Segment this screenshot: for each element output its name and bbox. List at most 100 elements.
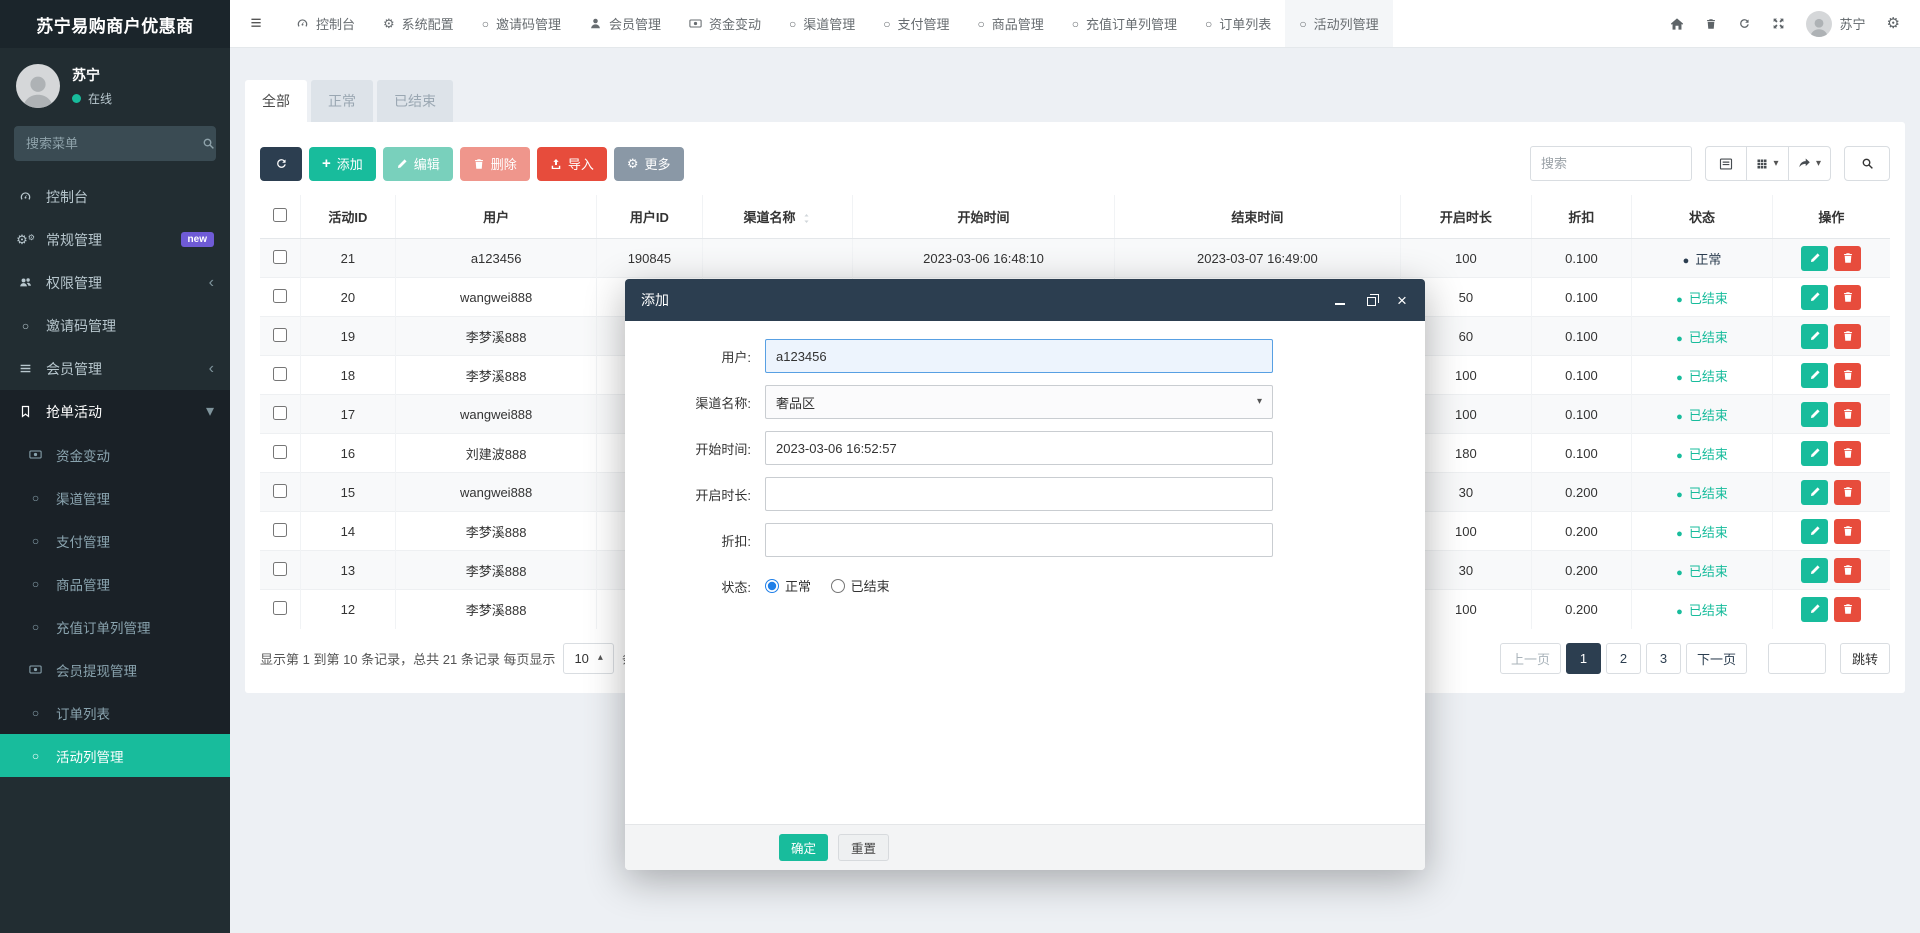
col-header-4[interactable]: 开始时间 <box>853 195 1114 239</box>
next-page-button[interactable]: 下一页 <box>1686 643 1747 674</box>
row-checkbox[interactable] <box>273 328 287 342</box>
sidebar-item-activities[interactable]: ○活动列管理 <box>0 734 230 777</box>
user-field[interactable] <box>765 339 1273 373</box>
start-time-field[interactable] <box>765 431 1273 465</box>
jump-button[interactable]: 跳转 <box>1840 643 1890 674</box>
tab-2[interactable]: 已结束 <box>377 80 453 122</box>
columns-button[interactable]: ▾ <box>1747 146 1789 181</box>
discount-field[interactable] <box>765 523 1273 557</box>
select-all-checkbox[interactable] <box>273 208 287 222</box>
row-delete-button[interactable] <box>1834 558 1861 583</box>
sidebar-item-permissions[interactable]: 权限管理‹ <box>0 261 230 304</box>
sidebar-item-grab-activities[interactable]: 抢单活动▾ <box>0 390 230 433</box>
sidebar-item-channels[interactable]: ○渠道管理 <box>0 476 230 519</box>
topnav-item-recharge-orders[interactable]: ○充值订单列管理 <box>1058 0 1191 47</box>
page-button-1[interactable]: 1 <box>1566 643 1601 674</box>
sidebar-search-input[interactable] <box>26 136 202 151</box>
navbar-user[interactable]: 苏宁 <box>1806 11 1866 37</box>
row-edit-button[interactable] <box>1801 441 1828 466</box>
row-edit-button[interactable] <box>1801 324 1828 349</box>
refresh-button[interactable] <box>260 147 302 181</box>
export-button[interactable]: ▾ <box>1789 146 1831 181</box>
row-checkbox[interactable] <box>273 523 287 537</box>
page-button-2[interactable]: 2 <box>1606 643 1641 674</box>
col-header-2[interactable]: 用户ID <box>597 195 703 239</box>
row-edit-button[interactable] <box>1801 246 1828 271</box>
sidebar-item-goods[interactable]: ○商品管理 <box>0 562 230 605</box>
edit-button[interactable]: 编辑 <box>383 147 453 181</box>
refresh-icon[interactable] <box>1738 17 1751 30</box>
col-header-7[interactable]: 折扣 <box>1531 195 1631 239</box>
row-edit-button[interactable] <box>1801 480 1828 505</box>
row-delete-button[interactable] <box>1834 402 1861 427</box>
page-size-selector[interactable]: 10▴ <box>563 643 614 674</box>
add-button[interactable]: +添加 <box>309 147 376 181</box>
topnav-item-orders[interactable]: ○订单列表 <box>1191 0 1285 47</box>
topnav-item-goods[interactable]: ○商品管理 <box>964 0 1058 47</box>
detail-view-button[interactable] <box>1705 146 1747 181</box>
row-checkbox[interactable] <box>273 289 287 303</box>
status-radio-normal[interactable]: 正常 <box>765 576 811 595</box>
row-checkbox[interactable] <box>273 406 287 420</box>
col-header-1[interactable]: 用户 <box>396 195 597 239</box>
tab-1[interactable]: 正常 <box>311 80 373 122</box>
row-checkbox[interactable] <box>273 601 287 615</box>
row-edit-button[interactable] <box>1801 519 1828 544</box>
col-header-5[interactable]: 结束时间 <box>1114 195 1400 239</box>
row-edit-button[interactable] <box>1801 363 1828 388</box>
page-button-3[interactable]: 3 <box>1646 643 1681 674</box>
tab-0[interactable]: 全部 <box>245 80 307 122</box>
row-edit-button[interactable] <box>1801 597 1828 622</box>
row-delete-button[interactable] <box>1834 441 1861 466</box>
restore-icon[interactable] <box>1364 293 1378 307</box>
search-button[interactable] <box>1844 146 1890 181</box>
topnav-item-activities[interactable]: ○活动列管理 <box>1285 0 1392 47</box>
duration-field[interactable] <box>765 477 1273 511</box>
col-header-8[interactable]: 状态 <box>1632 195 1773 239</box>
row-checkbox[interactable] <box>273 484 287 498</box>
search-icon[interactable] <box>202 137 215 150</box>
trash-icon[interactable] <box>1705 18 1717 30</box>
sidebar-item-general[interactable]: ⚙⚙常规管理new <box>0 218 230 261</box>
status-radio-ended[interactable]: 已结束 <box>831 576 890 595</box>
row-checkbox[interactable] <box>273 367 287 381</box>
sidebar-item-withdrawals[interactable]: 会员提现管理 <box>0 648 230 691</box>
topnav-item-invite-code[interactable]: ○邀请码管理 <box>468 0 575 47</box>
expand-icon[interactable] <box>1772 17 1785 30</box>
col-header-3[interactable]: 渠道名称 <box>702 195 853 239</box>
sidebar-item-recharge-orders[interactable]: ○充值订单列管理 <box>0 605 230 648</box>
topnav-item-payments[interactable]: ○支付管理 <box>869 0 963 47</box>
col-header-9[interactable]: 操作 <box>1772 195 1890 239</box>
sidebar-item-funds[interactable]: 资金变动 <box>0 433 230 476</box>
sidebar-item-members[interactable]: 会员管理‹ <box>0 347 230 390</box>
row-checkbox[interactable] <box>273 562 287 576</box>
prev-page-button[interactable]: 上一页 <box>1500 643 1561 674</box>
table-row-21[interactable]: 21a1234561908452023-03-06 16:48:102023-0… <box>260 239 1890 278</box>
row-delete-button[interactable] <box>1834 324 1861 349</box>
row-edit-button[interactable] <box>1801 285 1828 310</box>
minimize-icon[interactable] <box>1333 293 1347 307</box>
import-button[interactable]: 导入 <box>537 147 607 181</box>
hamburger-icon[interactable]: ≡ <box>230 0 282 47</box>
delete-button[interactable]: 删除 <box>460 147 530 181</box>
row-delete-button[interactable] <box>1834 363 1861 388</box>
sidebar-item-dashboard[interactable]: 控制台 <box>0 175 230 218</box>
col-header-6[interactable]: 开启时长 <box>1401 195 1532 239</box>
row-edit-button[interactable] <box>1801 402 1828 427</box>
home-icon[interactable] <box>1670 17 1684 31</box>
table-search-input[interactable] <box>1530 146 1692 181</box>
cogs-icon[interactable]: ⚙ <box>1887 16 1900 31</box>
reset-button[interactable]: 重置 <box>838 834 889 861</box>
dialog-header[interactable]: 添加 × <box>625 279 1425 321</box>
row-checkbox[interactable] <box>273 445 287 459</box>
row-delete-button[interactable] <box>1834 519 1861 544</box>
row-delete-button[interactable] <box>1834 246 1861 271</box>
topnav-item-funds[interactable]: 资金变动 <box>675 0 775 47</box>
topnav-item-dashboard[interactable]: 控制台 <box>282 0 369 47</box>
sidebar-item-orders[interactable]: ○订单列表 <box>0 691 230 734</box>
sidebar-item-payments[interactable]: ○支付管理 <box>0 519 230 562</box>
row-delete-button[interactable] <box>1834 285 1861 310</box>
sort-icon[interactable] <box>801 213 812 224</box>
row-checkbox[interactable] <box>273 250 287 264</box>
row-delete-button[interactable] <box>1834 480 1861 505</box>
